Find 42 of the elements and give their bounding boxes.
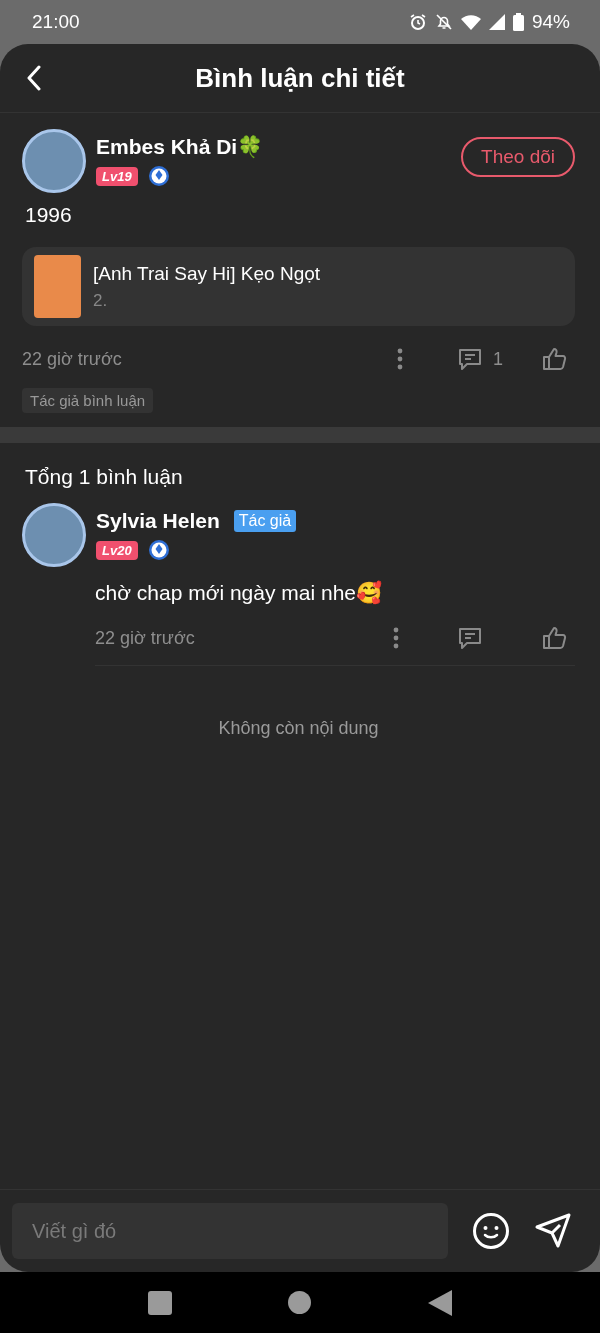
- book-title: [Anh Trai Say Hi] Kẹo Ngọt: [93, 262, 321, 285]
- comment-time: 22 giờ trước: [95, 627, 195, 649]
- like-icon[interactable]: [541, 346, 567, 372]
- more-icon[interactable]: [397, 348, 403, 370]
- battery-percent: 94%: [531, 11, 570, 33]
- avatar-placeholder[interactable]: [22, 503, 86, 567]
- status-time: 21:00: [32, 11, 80, 33]
- send-icon[interactable]: [534, 1212, 572, 1250]
- page-title: Bình luận chi tiết: [195, 62, 405, 94]
- back-button[interactable]: [427, 1289, 452, 1316]
- commenter-name[interactable]: Sylvia Helen: [96, 509, 220, 533]
- signal-icon: [488, 14, 505, 30]
- end-of-list-text: Không còn nội dung: [217, 718, 380, 739]
- author-badge: Tác giả: [233, 510, 297, 532]
- comment-text: chờ chap mới ngày mai nhe🥰: [95, 581, 383, 605]
- book-cover-placeholder: [34, 255, 81, 318]
- home-button[interactable]: [288, 1291, 312, 1314]
- follow-button[interactable]: Theo dõi: [461, 137, 575, 177]
- reply-icon[interactable]: [457, 625, 483, 651]
- battery-icon: [512, 13, 524, 31]
- back-icon[interactable]: [26, 65, 42, 91]
- wifi-icon: [460, 13, 481, 31]
- recents-button[interactable]: [148, 1290, 173, 1315]
- level-badge: Lv19: [96, 166, 138, 186]
- comment-time: 22 giờ trước: [22, 348, 122, 370]
- pen-badge-icon: [147, 165, 170, 187]
- book-card[interactable]: [Anh Trai Say Hi] Kẹo Ngọt 2.: [22, 247, 575, 326]
- more-icon[interactable]: [393, 627, 399, 649]
- author-comment-tag: Tác giả bình luận: [22, 388, 154, 413]
- author-name[interactable]: Embes Khả Di🍀: [96, 135, 452, 159]
- reply-count: 1: [493, 348, 503, 370]
- chapter-label: 2.: [93, 290, 109, 311]
- bell-off-icon: [434, 13, 453, 31]
- level-badge: Lv20: [96, 540, 138, 560]
- comment-text: 1996: [25, 203, 73, 227]
- comment-count-heading: Tổng 1 bình luận: [25, 465, 184, 489]
- emoji-icon[interactable]: [472, 1212, 510, 1250]
- comment-input[interactable]: Viết gì đó: [12, 1203, 448, 1259]
- like-icon[interactable]: [541, 625, 567, 651]
- alarm-icon: [408, 13, 427, 31]
- pen-badge-icon: [147, 539, 170, 561]
- reply-icon[interactable]: [457, 346, 483, 372]
